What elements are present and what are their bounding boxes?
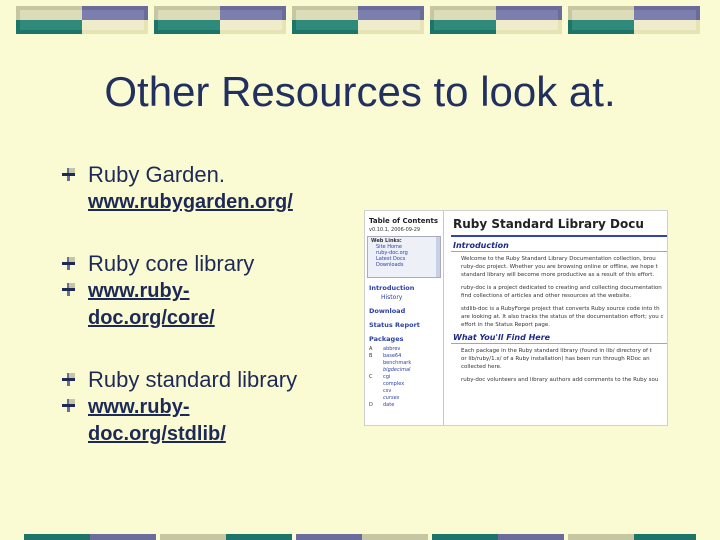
banner-block bbox=[430, 6, 562, 34]
index-letter: D bbox=[369, 402, 373, 408]
package-item[interactable]: Ccgi bbox=[365, 374, 443, 381]
banner-block bbox=[16, 6, 148, 34]
ruby-stdlib-link[interactable]: www.ruby-doc.org/stdlib/ bbox=[88, 396, 226, 445]
package-item[interactable]: benchmark bbox=[365, 360, 443, 367]
list-item: Ruby standard library bbox=[60, 367, 350, 393]
link-text: doc.org/core/ bbox=[88, 307, 215, 329]
web-links-box: Web Links: Site Home ruby-doc.org Latest… bbox=[367, 236, 441, 278]
package-name: cgi bbox=[383, 374, 391, 380]
toc-title: Table of Contents bbox=[369, 217, 439, 225]
bullet-icon bbox=[62, 283, 75, 296]
text-line: collected here. bbox=[461, 364, 502, 370]
link-text: doc.org/stdlib/ bbox=[88, 423, 226, 445]
toc-panel: Table of Contents v0.10.1, 2006-09-29 We… bbox=[365, 211, 444, 425]
bullet-icon bbox=[62, 257, 75, 270]
package-name: base64 bbox=[383, 353, 402, 359]
text-line: Welcome to the Ruby Standard Library Doc… bbox=[461, 256, 656, 262]
section-heading: What You'll Find Here bbox=[453, 333, 551, 342]
bullet-icon bbox=[62, 168, 75, 181]
package-item[interactable]: Aabbrev bbox=[365, 346, 443, 353]
package-item[interactable]: curses bbox=[365, 395, 443, 402]
toc-status-report[interactable]: Status Report bbox=[365, 315, 443, 329]
toc-version-date: v0.10.1, 2006-09-29 bbox=[369, 227, 421, 233]
index-letter: A bbox=[369, 346, 373, 352]
list-item: Ruby Garden. www.rubygarden.org/ bbox=[60, 162, 350, 215]
link-text: www.ruby- bbox=[88, 280, 190, 302]
package-name: curses bbox=[383, 395, 400, 401]
doc-title: Ruby Standard Library Docu bbox=[453, 217, 644, 231]
package-name: csv bbox=[383, 388, 392, 394]
package-name: complex bbox=[383, 381, 405, 387]
package-name: abbrev bbox=[383, 346, 401, 352]
package-item[interactable]: csv bbox=[365, 388, 443, 395]
intro-paragraph: Welcome to the Ruby Standard Library Doc… bbox=[449, 252, 667, 329]
banner-block bbox=[292, 6, 424, 34]
link-text: www.ruby- bbox=[88, 396, 190, 418]
list-item: www.ruby-doc.org/core/ bbox=[60, 277, 350, 331]
bullet-icon bbox=[62, 399, 75, 412]
text-line: are looking at. It also tracks the statu… bbox=[461, 314, 664, 320]
toc-packages[interactable]: Packages bbox=[365, 329, 443, 346]
package-name: bigdecimal bbox=[383, 367, 411, 373]
index-letter: C bbox=[369, 374, 373, 380]
top-decorative-banner bbox=[16, 6, 700, 34]
package-item[interactable]: Ddate bbox=[365, 402, 443, 409]
list-item: www.ruby-doc.org/stdlib/ bbox=[60, 393, 350, 447]
doc-main-content: Ruby Standard Library Docu Introduction … bbox=[449, 211, 667, 425]
package-item[interactable]: bigdecimal bbox=[365, 367, 443, 374]
web-link[interactable]: Downloads bbox=[371, 262, 437, 268]
text-line: standard library will become more produc… bbox=[461, 272, 655, 278]
find-paragraph: Each package in the Ruby standard librar… bbox=[449, 344, 667, 384]
toc-download[interactable]: Download bbox=[365, 301, 443, 315]
banner-block bbox=[154, 6, 286, 34]
ruby-core-link[interactable]: www.ruby-doc.org/core/ bbox=[88, 280, 215, 329]
resource-label: Ruby standard library bbox=[88, 367, 298, 392]
slide-title: Other Resources to look at. bbox=[104, 68, 616, 115]
text-line: Each package in the Ruby standard librar… bbox=[461, 348, 652, 354]
package-name: date bbox=[383, 402, 395, 408]
text-line: or lib/ruby/1.x/ of a Ruby installation)… bbox=[461, 356, 650, 362]
scrollbar[interactable] bbox=[436, 237, 440, 277]
section-heading: Introduction bbox=[453, 241, 509, 250]
text-line: ruby-doc project. Whether you are browsi… bbox=[461, 264, 658, 270]
package-name: benchmark bbox=[383, 360, 412, 366]
text-line: effort in the Status Report page. bbox=[461, 322, 550, 328]
package-item[interactable]: Bbase64 bbox=[365, 353, 443, 360]
package-item[interactable]: complex bbox=[365, 381, 443, 388]
text-line: ruby-doc volunteers and library authors … bbox=[461, 377, 659, 383]
stdlib-docs-screenshot: Table of Contents v0.10.1, 2006-09-29 We… bbox=[364, 210, 668, 426]
bullet-icon bbox=[62, 373, 75, 386]
index-letter: B bbox=[369, 353, 373, 359]
bottom-decorative-banner bbox=[0, 534, 720, 540]
resource-label: Ruby Garden. bbox=[88, 162, 225, 187]
rubygarden-link[interactable]: www.rubygarden.org/ bbox=[88, 191, 293, 213]
resource-label: Ruby core library bbox=[88, 251, 255, 276]
list-item: Ruby core library bbox=[60, 251, 350, 277]
text-line: stdlib-doc is a RubyForge project that c… bbox=[461, 306, 660, 312]
text-line: find collections of articles and other r… bbox=[461, 293, 632, 299]
text-line: ruby-doc is a project dedicated to creat… bbox=[461, 285, 662, 291]
toc-introduction[interactable]: Introduction bbox=[365, 278, 443, 292]
toc-history[interactable]: History bbox=[365, 292, 443, 301]
banner-block bbox=[568, 6, 700, 34]
resource-list: Ruby Garden. www.rubygarden.org/ Ruby co… bbox=[60, 162, 350, 447]
